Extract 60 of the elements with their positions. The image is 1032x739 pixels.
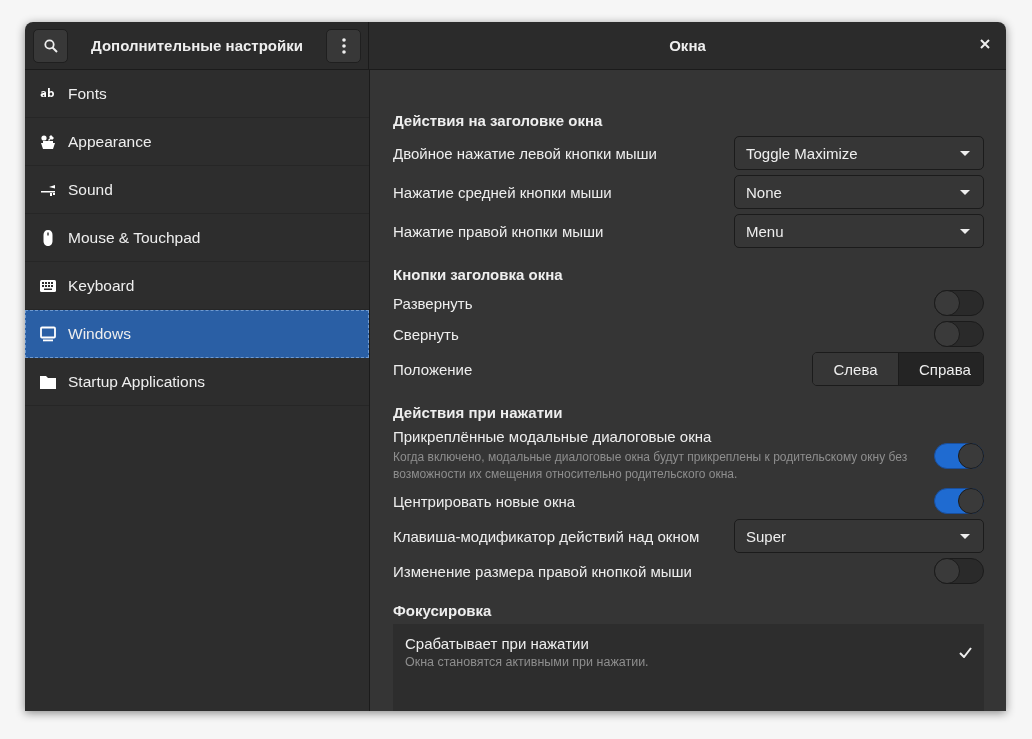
setting-label: Развернуть xyxy=(393,294,473,312)
search-button[interactable] xyxy=(33,28,68,63)
tools-icon xyxy=(40,133,56,150)
monitor-icon xyxy=(40,326,56,342)
setting-label: Изменение размера правой кнопкой мыши xyxy=(393,562,692,580)
setting-label: Положение xyxy=(393,360,473,378)
dropdown[interactable]: None xyxy=(734,175,984,209)
close-icon[interactable] xyxy=(980,39,990,49)
setting-label: Прикреплённые модальные диалоговые окна xyxy=(393,428,713,445)
choice-label: Срабатывает при нажатии xyxy=(405,635,590,652)
sidebar-item[interactable]: Appearance xyxy=(25,118,369,166)
sidebar-item-label: Fonts xyxy=(68,84,107,103)
dropdown[interactable]: Toggle Maximize xyxy=(734,136,984,170)
sidebar-item-label: Appearance xyxy=(68,132,152,151)
toggle-switch[interactable] xyxy=(934,488,984,514)
setting-description: Когда включено, модальные диалоговые окна будут прикреплены к родительскому окну без возможности их смещения относительно родительского окна. xyxy=(393,449,909,483)
section-title: Кнопки заголовка окна xyxy=(393,266,564,283)
dots-icon xyxy=(341,37,346,54)
sidebar-item-label: Sound xyxy=(68,180,113,199)
sidebar-item[interactable]: Fonts xyxy=(25,70,369,118)
toggle-switch[interactable] xyxy=(934,290,984,316)
toggle-switch[interactable] xyxy=(934,442,984,469)
sidebar-item[interactable]: Startup Applications xyxy=(25,358,369,406)
sidebar-item[interactable]: Sound xyxy=(25,166,369,214)
choice-item[interactable]: Срабатывает при нажатии Окна становятся активными при нажатии. xyxy=(393,624,984,681)
sidebar-item-label: Keyboard xyxy=(68,276,135,295)
choice-description: Окна становятся активными при нажатии. xyxy=(405,655,649,669)
section-title: Действия на заголовке окна xyxy=(393,112,604,129)
sidebar-title: Дополнительные настройки xyxy=(91,37,303,54)
segment-button[interactable]: Справа xyxy=(898,353,983,385)
sidebar-item-label: Mouse & Touchpad xyxy=(68,228,201,247)
check-icon xyxy=(959,646,972,658)
section-title: Действия при нажатии xyxy=(393,404,564,421)
caret-icon xyxy=(960,150,970,156)
sidebar-item-label: Windows xyxy=(68,325,131,343)
sliders-icon xyxy=(40,183,56,196)
sidebar-item-label: Startup Applications xyxy=(68,372,205,391)
setting-label: Нажатие правой кнопки мыши xyxy=(393,222,604,240)
section-title: Фокусировка xyxy=(393,602,493,619)
setting-label: Центрировать новые окна xyxy=(393,492,576,510)
ab-icon xyxy=(40,87,56,100)
caret-icon xyxy=(960,189,970,195)
caret-icon xyxy=(960,228,970,234)
mouse-icon xyxy=(43,229,53,246)
caret-icon xyxy=(960,533,970,539)
dropdown[interactable]: Menu xyxy=(734,214,984,248)
keyboard-icon xyxy=(40,279,56,292)
toggle-switch[interactable] xyxy=(934,558,984,584)
setting-label: Нажатие средней кнопки мыши xyxy=(393,183,612,201)
folder-icon xyxy=(40,374,56,389)
dropdown[interactable]: Super xyxy=(734,519,984,553)
window-title: Окна xyxy=(669,37,706,54)
setting-label: Двойное нажатие левой кнопки мыши xyxy=(393,144,657,162)
search-icon xyxy=(43,38,58,53)
menu-button[interactable] xyxy=(326,28,361,63)
sidebar-item[interactable]: Mouse & Touchpad xyxy=(25,214,369,262)
toggle-switch[interactable] xyxy=(934,321,984,347)
setting-label: Клавиша-модификатор действий над окном xyxy=(393,527,700,545)
sidebar-item[interactable]: Windows xyxy=(25,310,369,358)
setting-label: Свернуть xyxy=(393,325,459,343)
